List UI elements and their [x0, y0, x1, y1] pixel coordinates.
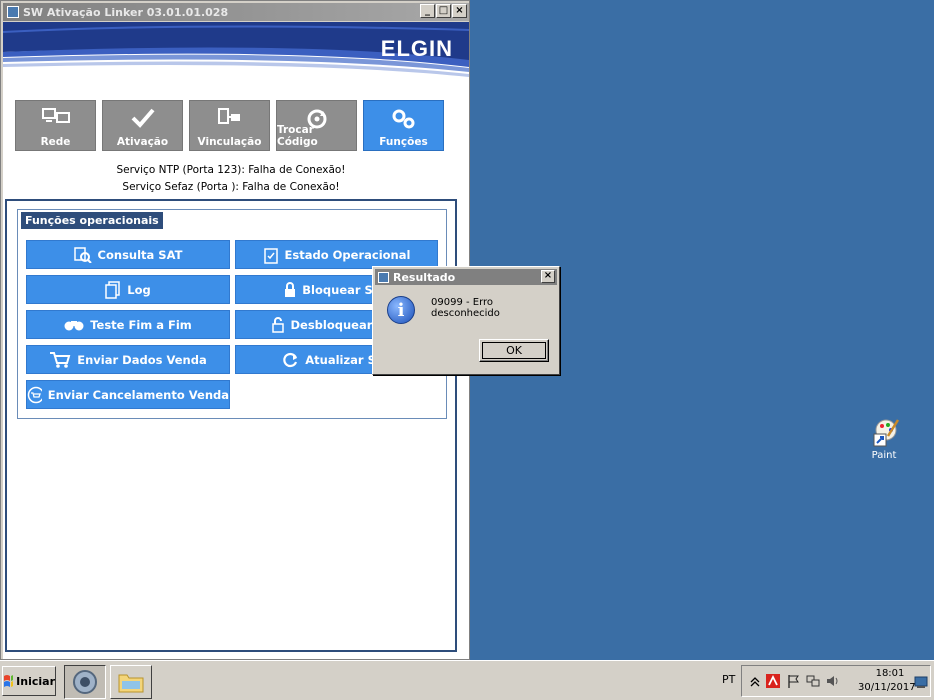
- taskbar: Iniciar PT 18:01 30/11/2017: [0, 660, 934, 700]
- tab-bar: Rede Ativação Vinculação Trocar Código F…: [15, 100, 444, 151]
- elgin-logo: ELGIN: [380, 36, 453, 61]
- dialog-message: 09099 - Erro desconhecido: [431, 297, 500, 319]
- header-banner: ELGIN: [3, 22, 469, 84]
- cancel-sale-icon: [27, 386, 42, 403]
- button-label: Estado Operacional: [284, 247, 411, 262]
- button-label: Enviar Dados Venda: [77, 352, 207, 367]
- info-icon: i: [387, 296, 415, 324]
- action-center-flag-icon[interactable]: [786, 674, 800, 688]
- link-icon: [217, 108, 240, 124]
- dialog-titlebar[interactable]: Resultado ×: [375, 269, 557, 285]
- tab-label: Rede: [40, 136, 71, 148]
- consulta-sat-button[interactable]: Consulta SAT: [26, 240, 230, 269]
- unlock-icon: [272, 316, 285, 333]
- check-icon: [131, 108, 155, 128]
- antivirus-icon[interactable]: [766, 674, 780, 688]
- ok-button[interactable]: OK: [479, 339, 549, 362]
- start-button[interactable]: Iniciar: [2, 666, 56, 696]
- network-tray-icon[interactable]: [806, 674, 820, 688]
- cart-icon: [50, 351, 71, 368]
- taskbar-app-linker[interactable]: [64, 665, 106, 699]
- refresh-code-icon: [307, 109, 326, 129]
- paint-desktop-shortcut[interactable]: Paint: [862, 416, 906, 461]
- app-titlebar[interactable]: SW Ativação Linker 03.01.01.028 _ □ ×: [3, 3, 469, 21]
- ntp-status: Serviço NTP (Porta 123): Falha de Conexã…: [116, 164, 346, 176]
- functions-legend: Funções operacionais: [21, 212, 163, 229]
- start-label: Iniciar: [16, 674, 55, 688]
- tab-label: Vinculação: [197, 136, 262, 148]
- app-title: SW Ativação Linker 03.01.01.028: [23, 5, 229, 19]
- language-indicator[interactable]: PT: [722, 673, 735, 686]
- clipboard-icon: [263, 247, 278, 264]
- teste-fim-a-fim-button[interactable]: Teste Fim a Fim: [26, 310, 230, 339]
- show-hidden-icons-icon[interactable]: [748, 674, 762, 688]
- tab-label: Funções: [379, 136, 428, 148]
- maximize-button[interactable]: □: [436, 4, 451, 18]
- button-label: Enviar Cancelamento Venda: [47, 387, 229, 402]
- close-button[interactable]: ×: [452, 4, 467, 18]
- button-label: Consulta SAT: [97, 247, 183, 262]
- enviar-dados-venda-button[interactable]: Enviar Dados Venda: [26, 345, 230, 374]
- dialog-close-button[interactable]: ×: [541, 270, 555, 283]
- paint-label: Paint: [871, 450, 897, 461]
- tab-vinculacao[interactable]: Vinculação: [189, 100, 270, 151]
- linker-app-icon: [73, 670, 97, 694]
- estado-operacional-button[interactable]: Estado Operacional: [235, 240, 438, 269]
- enviar-cancelamento-venda-button[interactable]: Enviar Cancelamento Venda: [26, 380, 230, 409]
- tab-rede[interactable]: Rede: [15, 100, 96, 151]
- clock-date[interactable]: 30/11/2017: [858, 682, 916, 693]
- network-icon: [41, 108, 70, 123]
- gears-icon: [392, 109, 414, 129]
- show-desktop-icon[interactable]: [914, 675, 928, 689]
- tab-ativacao[interactable]: Ativação: [102, 100, 183, 151]
- clock-time[interactable]: 18:01: [870, 668, 910, 679]
- document-icon: [105, 280, 121, 299]
- search-icon: [73, 246, 92, 263]
- dialog-title: Resultado: [393, 270, 456, 284]
- minimize-button[interactable]: _: [420, 4, 435, 18]
- button-label: Log: [127, 282, 151, 297]
- taskbar-app-explorer[interactable]: [110, 665, 152, 699]
- tab-funcoes[interactable]: Funções: [363, 100, 444, 151]
- folder-icon: [118, 674, 144, 693]
- refresh-icon: [283, 352, 298, 367]
- sefaz-status: Serviço Sefaz (Porta ): Falha de Conexão…: [122, 181, 340, 193]
- tab-label: Ativação: [116, 136, 169, 148]
- button-label: Teste Fim a Fim: [90, 317, 192, 332]
- result-dialog: Resultado × i 09099 - Erro desconhecido …: [372, 266, 560, 375]
- lock-icon: [285, 281, 296, 297]
- tab-trocar-codigo[interactable]: Trocar Código: [276, 100, 357, 151]
- app-window-icon: [7, 6, 19, 18]
- log-button[interactable]: Log: [26, 275, 230, 304]
- binoculars-icon: [64, 320, 84, 330]
- windows-logo-icon: [4, 675, 14, 687]
- system-tray: 18:01 30/11/2017: [741, 665, 931, 697]
- volume-icon[interactable]: [826, 674, 840, 688]
- dialog-window-icon: [378, 271, 389, 283]
- paint-icon: [868, 416, 900, 448]
